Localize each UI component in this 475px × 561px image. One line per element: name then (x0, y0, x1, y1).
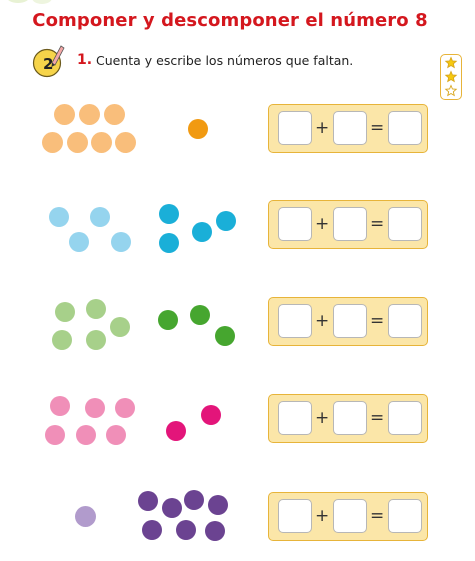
count-dot-accent (159, 204, 179, 224)
count-dot-accent (208, 495, 228, 515)
count-dot (103, 103, 125, 125)
count-dot (69, 232, 89, 252)
count-dot (114, 131, 136, 153)
plus-sign: + (315, 408, 330, 428)
count-dot (55, 302, 75, 322)
count-dot-accent (190, 305, 210, 325)
equals-sign: = (370, 118, 385, 138)
answer-field-sum[interactable] (388, 499, 422, 533)
counting-dots-area (0, 0, 475, 561)
equals-sign: = (370, 311, 385, 331)
count-dot (76, 425, 96, 445)
count-dot-accent (159, 233, 179, 253)
count-dot (78, 103, 100, 125)
count-dot-accent (215, 326, 235, 346)
answer-field-second-addend[interactable] (333, 207, 367, 241)
count-dot-accent (176, 520, 196, 540)
answer-field-first-addend[interactable] (278, 499, 312, 533)
count-dot (90, 207, 110, 227)
count-dot-accent (201, 405, 221, 425)
plus-sign: + (315, 118, 330, 138)
equation-box: + = (268, 297, 428, 346)
count-dot (74, 505, 96, 527)
count-dot (106, 425, 126, 445)
answer-field-first-addend[interactable] (278, 304, 312, 338)
answer-field-second-addend[interactable] (333, 111, 367, 145)
count-dot-accent (192, 222, 212, 242)
equals-sign: = (370, 214, 385, 234)
count-dot (53, 103, 75, 125)
count-dot (50, 396, 70, 416)
equation-box: + = (268, 104, 428, 153)
answer-field-second-addend[interactable] (333, 499, 367, 533)
answer-field-first-addend[interactable] (278, 111, 312, 145)
answer-field-sum[interactable] (388, 111, 422, 145)
plus-sign: + (315, 311, 330, 331)
count-dot (49, 207, 69, 227)
plus-sign: + (315, 214, 330, 234)
equals-sign: = (370, 506, 385, 526)
count-dot (86, 330, 106, 350)
equation-box: + = (268, 394, 428, 443)
count-dot-accent (188, 119, 208, 139)
count-dot (41, 131, 63, 153)
count-dot (86, 299, 106, 319)
answer-field-second-addend[interactable] (333, 304, 367, 338)
count-dot (110, 317, 130, 337)
answer-field-first-addend[interactable] (278, 401, 312, 435)
equation-box: + = (268, 492, 428, 541)
count-dot-accent (162, 498, 182, 518)
count-dot-accent (158, 310, 178, 330)
count-dot (66, 131, 88, 153)
count-dot (45, 425, 65, 445)
answer-field-sum[interactable] (388, 304, 422, 338)
count-dot (85, 398, 105, 418)
count-dot (52, 330, 72, 350)
count-dot-accent (205, 521, 225, 541)
plus-sign: + (315, 506, 330, 526)
answer-field-first-addend[interactable] (278, 207, 312, 241)
count-dot-accent (166, 421, 186, 441)
count-dot-accent (184, 490, 204, 510)
answer-field-second-addend[interactable] (333, 401, 367, 435)
count-dot-accent (142, 520, 162, 540)
count-dot (115, 398, 135, 418)
count-dot-accent (138, 491, 158, 511)
answer-field-sum[interactable] (388, 401, 422, 435)
count-dot (90, 131, 112, 153)
count-dot (111, 232, 131, 252)
answer-field-sum[interactable] (388, 207, 422, 241)
equation-box: + = (268, 200, 428, 249)
count-dot-accent (216, 211, 236, 231)
equals-sign: = (370, 408, 385, 428)
